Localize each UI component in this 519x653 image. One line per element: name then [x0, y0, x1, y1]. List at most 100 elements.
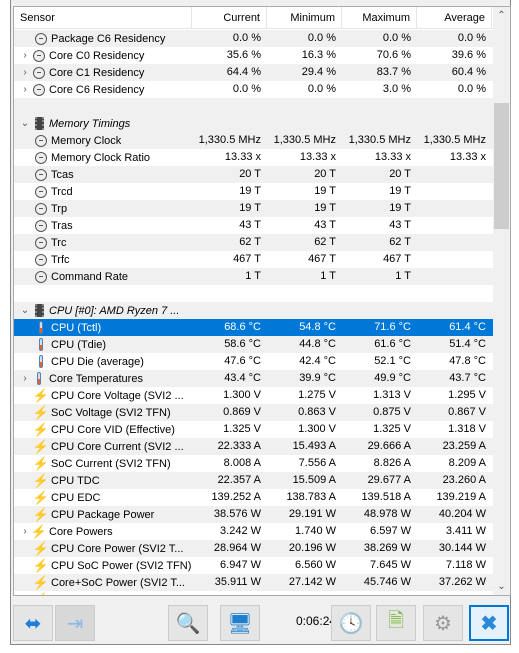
close-button[interactable]: ✖ — [469, 605, 509, 641]
maximum-value: 1.325 V — [373, 423, 411, 435]
table-row[interactable]: Trc 62 T 62 T 62 T — [14, 234, 494, 251]
column-header-maximum[interactable]: Maximum — [342, 7, 417, 28]
sensor-label: Core C1 Residency — [49, 66, 145, 79]
group-row[interactable]: ⌄ CPU [#0]: AMD Ryzen 7 ... — [14, 302, 494, 319]
table-row[interactable]: ⚡ CPU TDC 22.357 A 15.509 A 29.677 A 23.260 A — [14, 472, 494, 489]
maximum-value: 7.645 W — [370, 559, 411, 571]
current-value: 1 T — [245, 270, 261, 282]
scroll-up-arrow[interactable]: ⌃ — [493, 7, 510, 24]
sensor-name-cell: ⚡ CPU SoC Power (SVI2 TFN) — [14, 557, 192, 574]
expand-chevron-icon[interactable]: › — [18, 50, 32, 61]
bolt-icon: ⚡ — [32, 540, 50, 556]
column-header-current[interactable]: Current — [192, 7, 267, 28]
table-row[interactable]: Memory Clock Ratio 13.33 x 13.33 x 13.33 x 1… — [14, 149, 494, 166]
minimum-value: 15.509 A — [292, 474, 336, 486]
maximum-value: 43 T — [389, 219, 411, 231]
column-header-average[interactable]: Average — [417, 7, 492, 28]
expand-chevron-icon[interactable]: › — [18, 373, 32, 384]
collapse-chevron-icon[interactable]: ⌄ — [18, 305, 32, 316]
thermometer-icon — [34, 321, 48, 335]
current-value: 68.6 °C — [224, 321, 261, 333]
minimum-value: 19 T — [314, 202, 336, 214]
sensor-label: CPU EDC — [51, 491, 101, 504]
vertical-scrollbar[interactable]: ⌃ ⌄ — [493, 7, 510, 595]
table-row[interactable]: Tcas 20 T 20 T 20 T — [14, 166, 494, 183]
sensor-label: SoC Current (SVI2 TFN) — [51, 457, 171, 470]
sensor-name-cell: CPU (Tdie) — [14, 336, 192, 353]
table-row[interactable]: ⚡ CPU Core Current (SVI2 ... 22.333 A 15.49… — [14, 438, 494, 455]
maximum-value: 49.9 °C — [374, 372, 411, 384]
table-row[interactable]: ⚡ CPU SoC Power (SVI2 TFN) 6.947 W 6.560 W 7… — [14, 557, 494, 574]
expand-chevron-icon[interactable]: › — [18, 84, 32, 95]
sensor-label: Trcd — [51, 185, 73, 198]
table-row[interactable]: Memory Clock 1,330.5 MHz 1,330.5 MHz 1,330.… — [14, 132, 494, 149]
minimum-value: 1.275 V — [298, 389, 336, 401]
sensor-label: Tras — [51, 219, 73, 232]
table-row[interactable]: › ⚡ Core Powers 3.242 W 1.740 W 6.597 W 3.411 … — [14, 523, 494, 540]
clock-icon — [32, 66, 46, 80]
sensor-name-cell: ⚡ SoC Current (SVI2 TFN) — [14, 455, 192, 472]
table-row[interactable]: ⚡ CPU EDC 139.252 A 138.783 A 139.518 A 139.2… — [14, 489, 494, 506]
table-row[interactable]: CPU (Tctl) 68.6 °C 54.8 °C 71.6 °C 61.4 °C — [14, 319, 494, 336]
maximum-value: 3.0 % — [382, 83, 411, 95]
table-row[interactable]: › Core C6 Residency 0.0 % 0.0 % 3.0 % 0.0 % — [14, 81, 494, 98]
table-row[interactable]: ⚡ Core+SoC Power (SVI2 T... 35.911 W 27.142… — [14, 574, 494, 591]
sensor-name-cell: › Core Temperatures — [14, 370, 192, 387]
maximum-value: 20 T — [389, 168, 411, 180]
minimum-value: 44.8 °C — [299, 338, 336, 350]
table-row[interactable]: Trcd 19 T 19 T 19 T — [14, 183, 494, 200]
collapse-chevron-icon[interactable]: ⌄ — [18, 118, 32, 129]
maximum-value: 29.666 A — [367, 440, 411, 452]
table-row[interactable]: ⚡ CPU Core Voltage (SVI2 ... 1.300 V 1.275 … — [14, 387, 494, 404]
table-row[interactable]: ⚡ — [14, 591, 494, 596]
expand-chevron-icon[interactable]: › — [18, 526, 32, 537]
collapse-columns-button[interactable]: ⇥ — [55, 605, 95, 641]
sensor-name-cell: Trc — [14, 234, 192, 251]
current-value: 62 T — [239, 236, 261, 248]
table-row[interactable]: ⚡ SoC Voltage (SVI2 TFN) 0.869 V 0.863 V 0.8… — [14, 404, 494, 421]
maximum-value: 19 T — [389, 185, 411, 197]
thermometer-icon — [32, 372, 46, 386]
table-row[interactable]: Command Rate 1 T 1 T 1 T — [14, 268, 494, 285]
expand-chevron-icon[interactable]: › — [18, 67, 32, 78]
current-value: 43.4 °C — [224, 372, 261, 384]
table-row[interactable]: Trp 19 T 19 T 19 T — [14, 200, 494, 217]
table-row[interactable]: CPU Die (average) 47.6 °C 42.4 °C 52.1 °C 47… — [14, 353, 494, 370]
maximum-value: 61.6 °C — [374, 338, 411, 350]
current-value: 20 T — [239, 168, 261, 180]
table-row[interactable]: › Core C0 Residency 35.6 % 16.3 % 70.6 % 39.6… — [14, 47, 494, 64]
clock-icon — [34, 236, 48, 250]
table-row[interactable]: ⚡ CPU Core VID (Effective) 1.325 V 1.300 V 1… — [14, 421, 494, 438]
minimum-value: 7.556 A — [298, 457, 336, 469]
expand-columns-button[interactable]: ⬌ — [13, 605, 53, 641]
log-button[interactable]: 🗎 — [376, 605, 416, 641]
thermometer-icon — [34, 355, 48, 369]
reset-clock-button[interactable]: 🕓 — [331, 605, 371, 641]
table-row[interactable]: › Core Temperatures 43.4 °C 39.9 °C 49.9 °C 4… — [14, 370, 494, 387]
clock-icon — [34, 270, 48, 284]
average-value: 0.0 % — [457, 83, 486, 95]
table-row[interactable]: Trfc 467 T 467 T 467 T — [14, 251, 494, 268]
minimum-value: 39.9 °C — [299, 372, 336, 384]
column-header-minimum[interactable]: Minimum — [267, 7, 342, 28]
network-button[interactable]: 🖥 — [220, 605, 260, 641]
group-row[interactable]: ⌄ Memory Timings — [14, 115, 494, 132]
table-row[interactable]: Package C6 Residency 0.0 % 0.0 % 0.0 % 0.0 % — [14, 30, 494, 47]
minimum-value: 16.3 % — [301, 49, 336, 61]
column-header-sensor[interactable]: Sensor — [14, 7, 192, 28]
scroll-down-arrow[interactable]: ⌄ — [493, 578, 510, 595]
clock-icon — [34, 168, 48, 182]
current-value: 22.333 A — [217, 440, 261, 452]
table-row[interactable]: › Core C1 Residency 64.4 % 29.4 % 83.7 % 60.4… — [14, 64, 494, 81]
table-row[interactable]: Tras 43 T 43 T 43 T — [14, 217, 494, 234]
scrollbar-thumb[interactable] — [494, 103, 509, 229]
table-row[interactable]: ⚡ CPU Package Power 38.576 W 29.191 W 48.978… — [14, 506, 494, 523]
table-row[interactable]: CPU (Tdie) 58.6 °C 44.8 °C 61.6 °C 51.4 °C — [14, 336, 494, 353]
settings-button[interactable]: ⚙ — [423, 605, 463, 641]
table-row[interactable]: ⚡ SoC Current (SVI2 TFN) 8.008 A 7.556 A 8.8… — [14, 455, 494, 472]
bolt-icon: ⚡ — [32, 472, 50, 488]
sensor-monitor-button[interactable]: 🔍 — [168, 605, 208, 641]
sensor-name-cell: Trp — [14, 200, 192, 217]
current-value: 43 T — [239, 219, 261, 231]
table-row[interactable]: ⚡ CPU Core Power (SVI2 T... 28.964 W 20.196… — [14, 540, 494, 557]
